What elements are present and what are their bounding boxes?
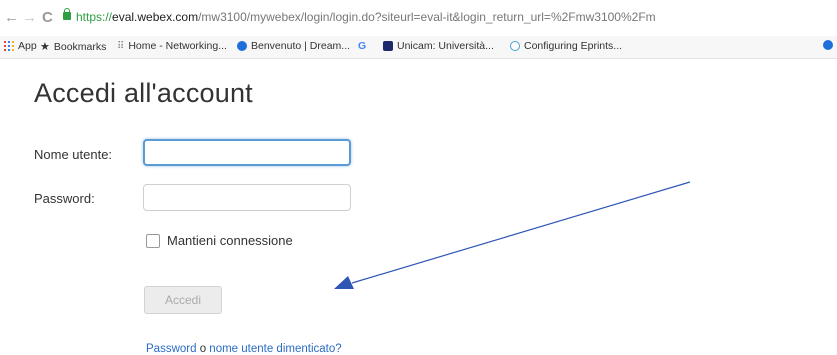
annotation-arrow xyxy=(334,181,691,289)
arrow-shaft xyxy=(351,181,691,284)
arrow-head xyxy=(334,276,354,289)
